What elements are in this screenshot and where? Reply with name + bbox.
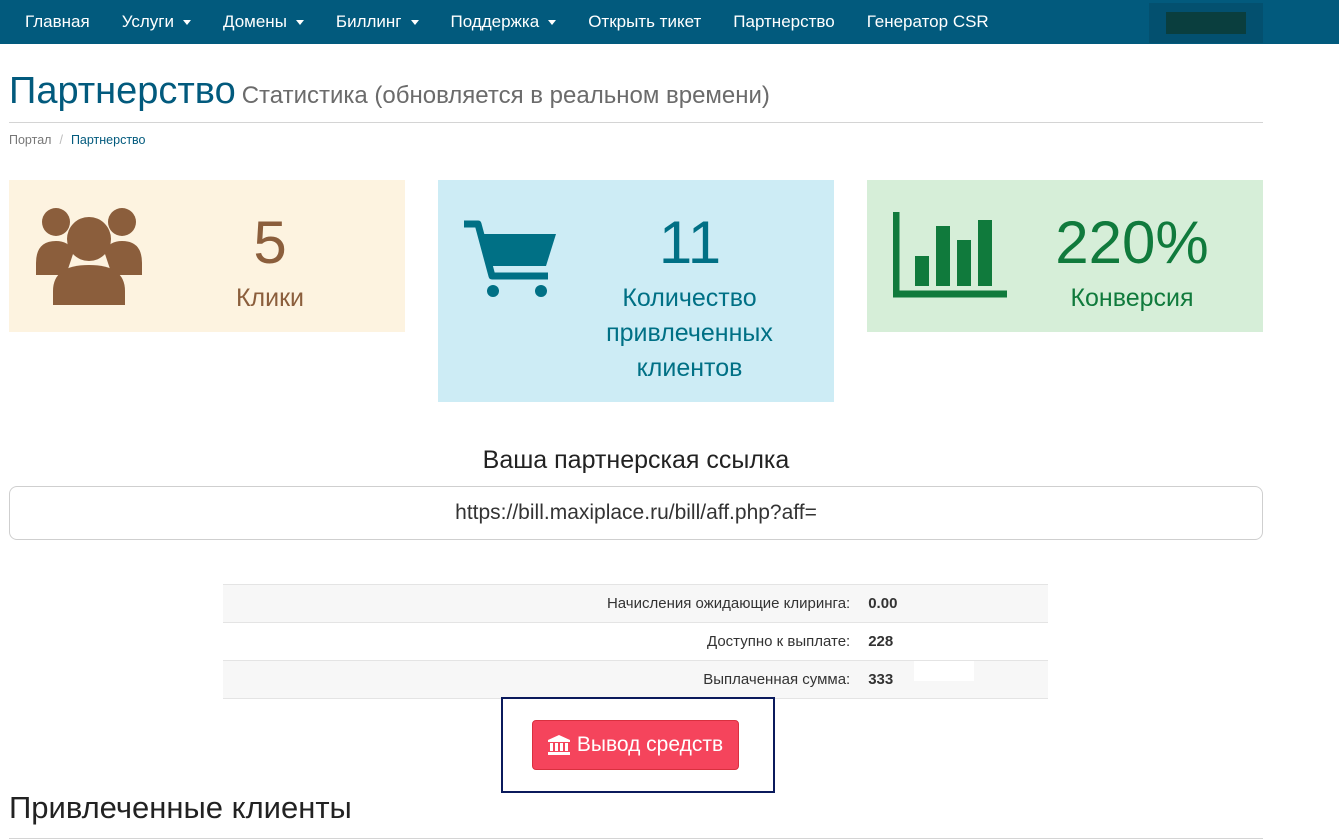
table-row: Выплаченная сумма: 333 <box>223 661 1048 699</box>
referred-clients-value: 11 <box>658 209 722 276</box>
nav-item-support[interactable]: Поддержка <box>435 0 573 44</box>
stat-tile-clicks: 5 Клики <box>9 180 405 332</box>
caret-down-icon <box>410 19 419 25</box>
nav-item-label: Открыть тикет <box>588 12 702 31</box>
nav-user-menu[interactable] <box>1149 3 1263 43</box>
caret-down-icon <box>295 19 304 25</box>
conversion-value: 220% <box>1055 209 1209 276</box>
nav-item-home[interactable]: Главная <box>0 0 106 44</box>
stat-tile-referred-clients: 11 Количество привлеченных клиентов <box>438 180 834 402</box>
stat-tile-conversion: 220% Конверсия <box>867 180 1263 332</box>
shopping-cart-icon <box>464 220 556 297</box>
nav-item-label: Услуги <box>121 12 174 31</box>
breadcrumb-current: Партнерство <box>70 133 146 147</box>
withdraw-funds-label: Вывод средств <box>576 733 724 756</box>
nav-item-csr-generator[interactable]: Генератор CSR <box>851 0 1005 44</box>
bank-icon <box>547 735 570 755</box>
breadcrumb-home-link[interactable]: Портал <box>9 133 51 147</box>
nav-item-label: Биллинг <box>335 12 402 31</box>
balance-table: Начисления ожидающие клиринга: 0.00 Дост… <box>223 584 1048 699</box>
withdrawn-amount-value: 333 <box>868 671 894 688</box>
referred-clients-heading: Привлеченные клиенты <box>9 790 352 825</box>
page-title: Партнерство <box>9 70 236 112</box>
pending-commissions-label: Начисления ожидающие клиринга: <box>606 595 851 612</box>
nav-item-domains[interactable]: Домены <box>207 0 320 44</box>
page-subtitle: Статистика (обновляется в реальном време… <box>241 82 770 109</box>
redacted-user-name <box>1166 12 1246 34</box>
nav-item-services[interactable]: Услуги <box>106 0 207 44</box>
caret-down-icon <box>183 19 191 25</box>
nav-item-label: Партнерство <box>733 12 835 31</box>
available-balance-label: Доступно к выплате: <box>707 633 851 650</box>
available-balance-value: 228 <box>868 633 894 650</box>
affiliate-link-heading: Ваша партнерская ссылка <box>482 446 790 474</box>
nav-item-label: Домены <box>223 12 287 31</box>
withdraw-funds-button[interactable]: Вывод средств <box>532 720 739 770</box>
referred-clients-label: Количество привлеченных клиентов <box>606 284 773 382</box>
conversion-label: Конверсия <box>1070 284 1194 312</box>
nav-item-label: Генератор CSR <box>866 12 989 31</box>
clicks-label: Клики <box>235 284 305 312</box>
nav-item-open-ticket[interactable]: Открыть тикет <box>572 0 717 44</box>
breadcrumb: Портал / Партнерство <box>9 133 146 147</box>
section-divider <box>9 838 1263 839</box>
withdrawn-amount-label: Выплаченная сумма: <box>703 671 851 688</box>
nav-item-billing[interactable]: Биллинг <box>320 0 435 44</box>
bar-chart-icon <box>893 212 1007 298</box>
table-row: Начисления ожидающие клиринга: 0.00 <box>223 585 1048 623</box>
clicks-value: 5 <box>253 209 287 276</box>
breadcrumb-separator: / <box>59 133 63 147</box>
redaction-mask <box>914 661 975 681</box>
nav-item-affiliates[interactable]: Партнерство <box>717 0 850 44</box>
affiliate-link-text: https://bill.maxiplace.ru/bill/aff.php?a… <box>455 501 817 524</box>
page-header: Партнерство Статистика (обновляется в реа… <box>9 70 1263 123</box>
affiliate-link-field[interactable]: https://bill.maxiplace.ru/bill/aff.php?a… <box>9 486 1263 540</box>
nav-item-label: Главная <box>25 12 90 31</box>
top-navbar: Главная Услуги Домены Биллинг Поддержка … <box>0 0 1339 44</box>
users-icon <box>36 208 142 305</box>
withdrawn-amount-cell: 333 <box>850 661 1048 688</box>
caret-down-icon <box>548 19 557 25</box>
table-row: Доступно к выплате: 228 <box>223 623 1048 661</box>
nav-item-label: Поддержка <box>450 12 540 31</box>
pending-commissions-value: 0.00 <box>868 595 898 612</box>
